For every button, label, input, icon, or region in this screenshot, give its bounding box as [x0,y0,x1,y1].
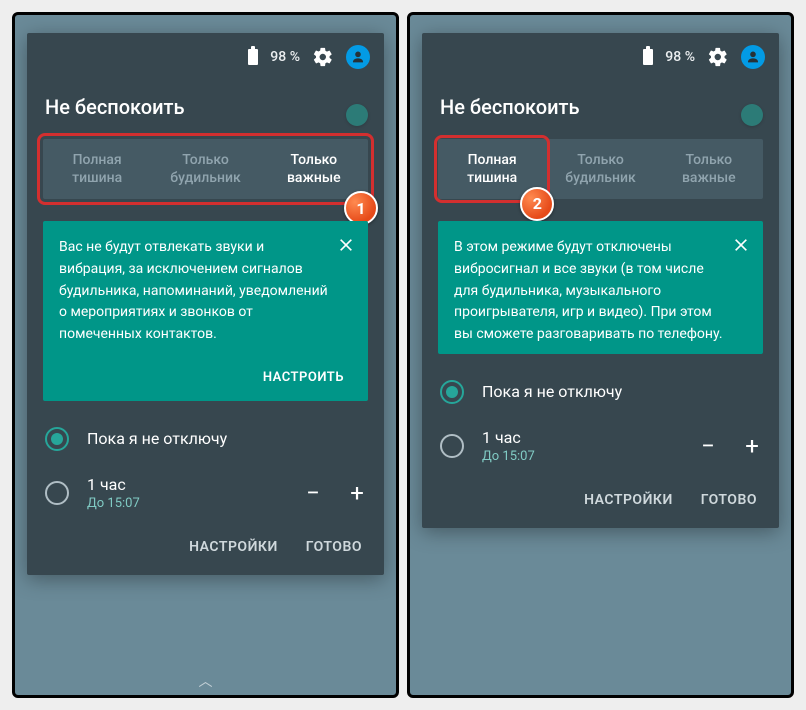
decrement-button[interactable]: − [304,481,322,505]
duration-1hour-label: 1 час [482,428,681,447]
increment-button[interactable]: + [348,481,366,505]
settings-button[interactable]: НАСТРОЙКИ [584,492,673,508]
dnd-header: Не беспокоить [27,75,384,139]
radio-unselected-icon [440,434,464,458]
avatar-icon[interactable] [346,45,370,69]
tab-alarms-only[interactable]: Только будильник [546,139,654,199]
close-icon[interactable] [729,233,753,257]
battery-icon [248,49,258,65]
duration-indefinite-label: Пока я не отключу [87,429,366,448]
battery-text: 98 % [270,49,300,65]
info-card: Вас не будут отвлекать звуки и вибрация,… [43,221,368,400]
chevron-up-icon[interactable]: ︿ [199,671,213,691]
screenshot-right: 98 % Не беспокоить Полная тишина 2 Тол [407,12,794,698]
quicksettings-panel: 98 % Не беспокоить Полная тишина 2 Тол [422,33,779,528]
duration-1hour-until: До 15:07 [482,449,681,464]
tab-total-silence[interactable]: Полная тишина 2 [438,139,546,199]
duration-option-1hour[interactable]: 1 час До 15:07 − + [27,463,384,523]
radio-unselected-icon [45,481,69,505]
info-card-text: Вас не будут отвлекать звуки и вибрация,… [59,237,352,345]
decrement-button[interactable]: − [699,434,717,458]
panel-actions: НАСТРОЙКИ ГОТОВО [27,523,384,575]
configure-button[interactable]: НАСТРОИТЬ [255,360,352,393]
gear-icon[interactable] [707,46,729,68]
duration-indefinite-label: Пока я не отключу [482,382,761,401]
page-title: Не беспокоить [440,95,580,119]
increment-button[interactable]: + [743,434,761,458]
annotation-badge-1: 1 [344,191,378,225]
panel-actions: НАСТРОЙКИ ГОТОВО [422,476,779,528]
duration-1hour-label: 1 час [87,475,286,494]
quicksettings-panel: 98 % Не беспокоить Полная тишина Только … [27,33,384,575]
close-icon[interactable] [334,233,358,257]
avatar-icon[interactable] [741,45,765,69]
radio-selected-icon [440,380,464,404]
annotation-badge-2: 2 [520,187,554,221]
status-bar: 98 % [27,33,384,75]
screenshot-left: 98 % Не беспокоить Полная тишина Только … [12,12,399,698]
battery-icon [643,49,653,65]
annotation-outline-all-tabs [37,133,374,205]
duration-1hour-until: До 15:07 [87,496,286,511]
duration-option-indefinite[interactable]: Пока я не отключу [422,368,779,416]
dnd-mode-tabs: Полная тишина 2 Только будильник Только … [438,139,763,199]
radio-selected-icon [45,427,69,451]
dnd-mode-tabs: Полная тишина Только будильник Только ва… [43,139,368,199]
info-card-text: В этом режиме будут отключены вибросигна… [454,237,747,345]
done-button[interactable]: ГОТОВО [701,492,757,508]
info-card: В этом режиме будут отключены вибросигна… [438,221,763,353]
tab-priority-only[interactable]: Только важные [655,139,763,199]
gear-icon[interactable] [312,46,334,68]
status-bar: 98 % [422,33,779,75]
done-button[interactable]: ГОТОВО [306,539,362,555]
duration-option-1hour[interactable]: 1 час До 15:07 − + [422,416,779,476]
battery-text: 98 % [665,49,695,65]
dnd-header: Не беспокоить [422,75,779,139]
duration-option-indefinite[interactable]: Пока я не отключу [27,415,384,463]
page-title: Не беспокоить [45,95,185,119]
settings-button[interactable]: НАСТРОЙКИ [189,539,278,555]
